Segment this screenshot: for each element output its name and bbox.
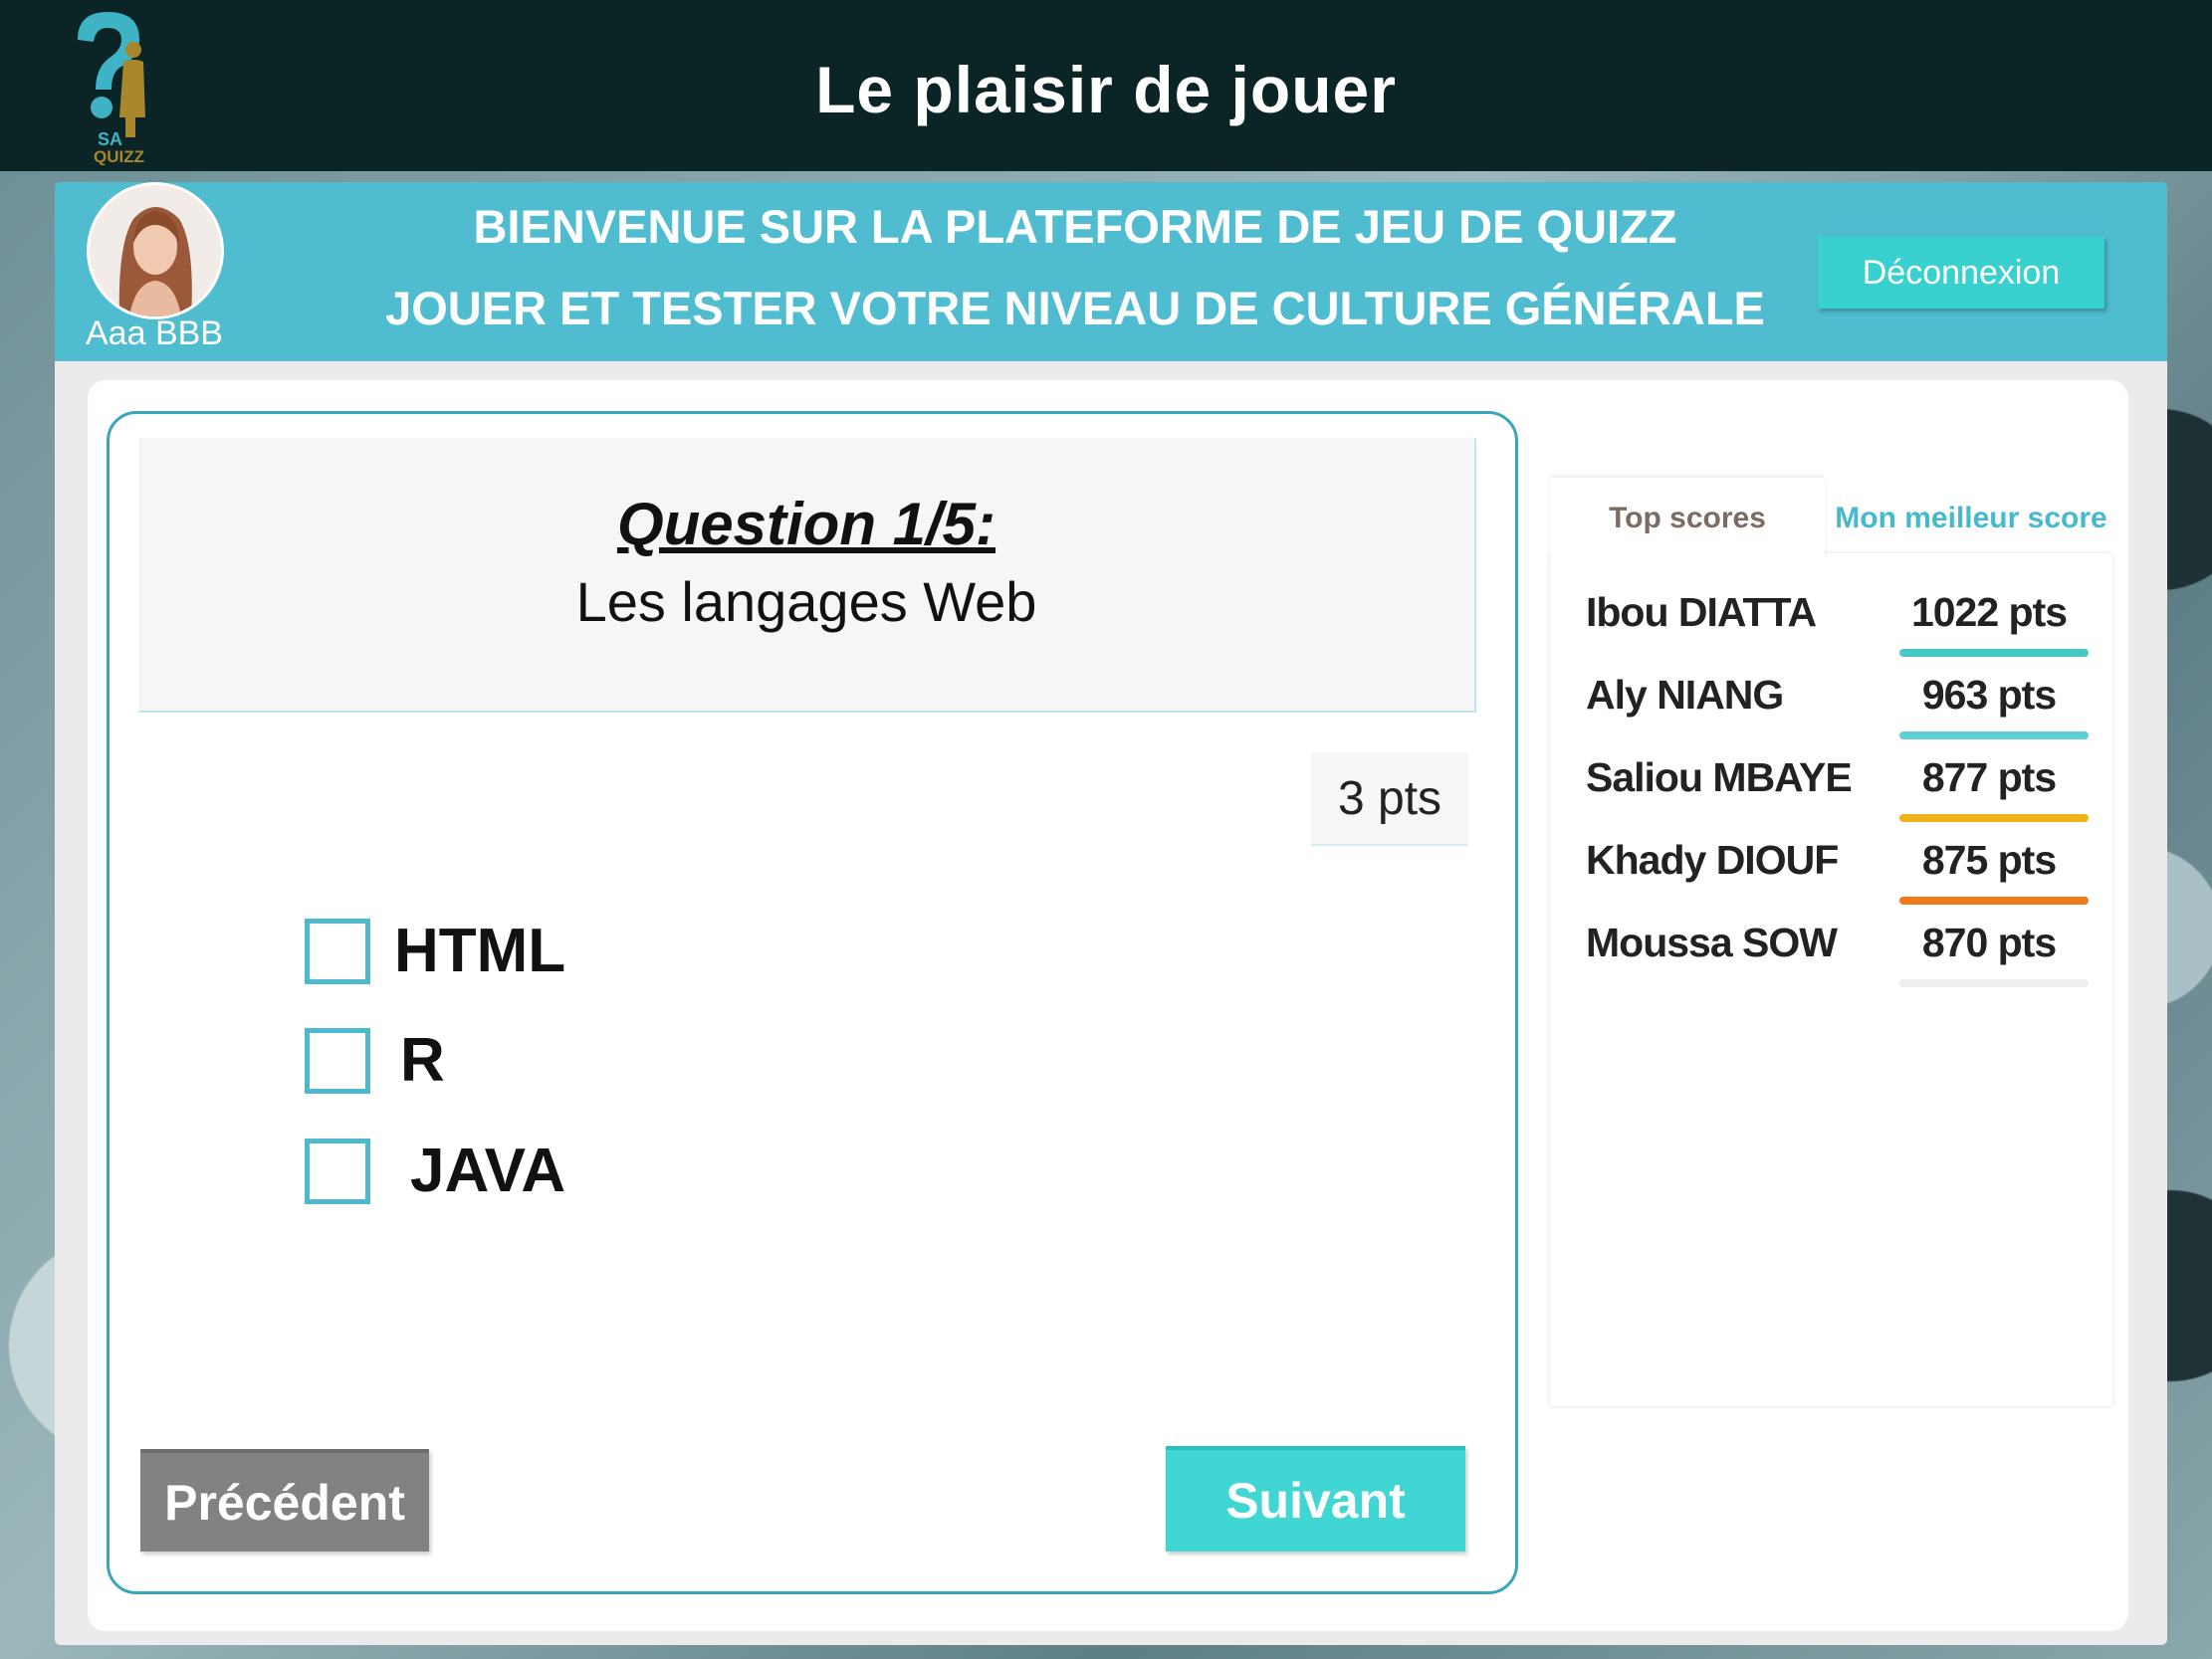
score-row: Aly NIANG 963 pts (1586, 660, 2094, 739)
question-subtitle: Les langages Web (575, 570, 1037, 633)
player-score: 875 pts (1921, 837, 2057, 883)
logo-text-bottom: QUIZZ (94, 147, 144, 165)
score-row: Ibou DIATTA 1022 pts (1586, 577, 2094, 657)
answer-label: R (400, 1026, 445, 1095)
score-row: Khady DIOUF 875 pts (1586, 825, 2094, 905)
score-bar (1899, 649, 2089, 657)
player-name: Aly NIANG (1586, 672, 1784, 718)
score-bar (1899, 897, 2089, 905)
answer-option[interactable]: JAVA (305, 1136, 565, 1206)
answer-checkbox[interactable] (305, 1138, 370, 1204)
answer-checkbox[interactable] (305, 1027, 370, 1094)
answer-label: HTML (394, 917, 566, 985)
question-points-badge: 3 pts (1311, 752, 1468, 846)
top-bar: SA QUIZZ Le plaisir de jouer (0, 0, 2212, 171)
player-score: 870 pts (1921, 920, 2057, 965)
welcome-subtitle: JOUER ET TESTER VOTRE NIVEAU DE CULTURE … (385, 282, 1765, 334)
score-row: Saliou MBAYE 877 pts (1586, 742, 2094, 822)
player-name: Saliou MBAYE (1586, 754, 1853, 800)
answer-checkbox[interactable] (305, 918, 370, 984)
score-bar (1899, 731, 2089, 739)
player-score: 877 pts (1921, 754, 2057, 800)
next-button[interactable]: Suivant (1166, 1446, 1465, 1552)
logo-text-top: SA (98, 129, 122, 149)
app-title: Le plaisir de jouer (815, 53, 1397, 126)
player-name: Moussa SOW (1586, 920, 1838, 965)
previous-button[interactable]: Précédent (140, 1449, 429, 1552)
question-title: Question 1/5: (616, 491, 996, 557)
logout-button[interactable]: Déconnexion (1818, 237, 2104, 309)
welcome-title: BIENVENUE SUR LA PLATEFORME DE JEU DE QU… (473, 200, 1677, 253)
answer-label: JAVA (410, 1137, 566, 1205)
avatar-portrait-icon (90, 185, 221, 316)
score-row: Moussa SOW 870 pts (1586, 908, 2094, 987)
answer-option[interactable]: HTML (305, 916, 565, 986)
score-bar (1899, 814, 2089, 822)
answer-option[interactable]: R (305, 1025, 445, 1096)
tab-my-best-score[interactable]: Mon meilleur score (1830, 478, 2112, 559)
player-name: Khady DIOUF (1586, 837, 1839, 883)
player-name: Ibou DIATTA (1586, 589, 1817, 635)
avatar[interactable] (90, 185, 221, 316)
score-bar (1899, 979, 2089, 987)
player-score: 963 pts (1921, 672, 2057, 718)
username: Aaa BBB (86, 314, 223, 352)
player-score: 1022 pts (1910, 589, 2068, 635)
tab-top-scores[interactable]: Top scores (1550, 478, 1825, 559)
